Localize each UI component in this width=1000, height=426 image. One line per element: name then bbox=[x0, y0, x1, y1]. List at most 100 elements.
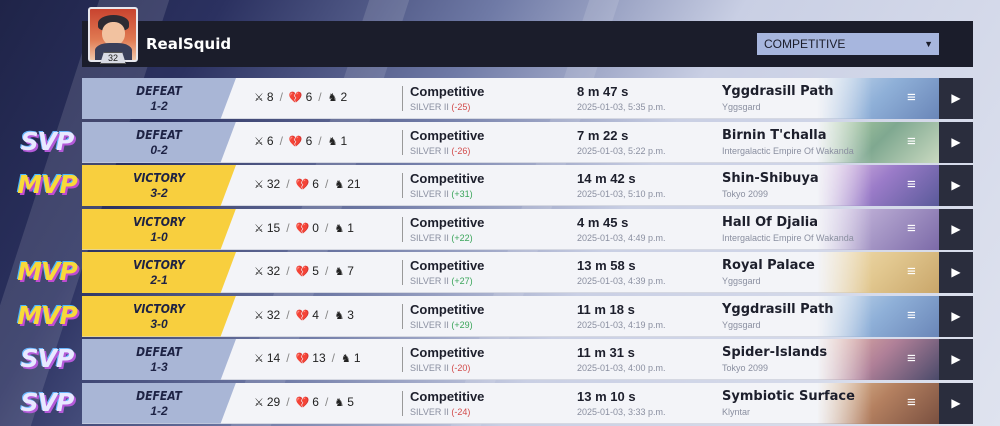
assist-icon: ♞ bbox=[340, 353, 351, 365]
assist-icon: ♞ bbox=[334, 309, 345, 322]
details-menu-icon[interactable]: ≡ bbox=[907, 177, 916, 192]
rank-delta: (+31) bbox=[451, 189, 473, 199]
deaths-value: 6 bbox=[305, 90, 313, 104]
match-duration: 14 m 42 s bbox=[577, 171, 636, 186]
replay-button[interactable]: ▶ bbox=[939, 252, 973, 293]
rank-label: SILVER II bbox=[410, 406, 449, 417]
rank-delta: (+27) bbox=[451, 276, 473, 286]
replay-button[interactable]: ▶ bbox=[939, 165, 973, 206]
map-name: Royal Palace bbox=[722, 258, 815, 273]
replay-button[interactable]: ▶ bbox=[939, 78, 973, 119]
match-row[interactable]: VICTORY 3-2 ⚔ 32 / 💔 6 / ♞ 21 Competitive SILVER II… bbox=[82, 165, 973, 206]
map-thumbnail bbox=[817, 295, 939, 337]
kda-stats: ⚔ 8 / 💔 6 / ♞ 2 bbox=[254, 90, 347, 104]
match-date: 2025-01-03, 4:39 p.m. bbox=[577, 276, 666, 286]
result-score: 3-2 bbox=[150, 186, 168, 200]
play-icon: ▶ bbox=[951, 178, 961, 192]
mvp-badge: MVP bbox=[17, 257, 78, 286]
match-row[interactable]: VICTORY 3-0 ⚔ 32 / 💔 4 / ♞ 3 Competitive SILVER II … bbox=[82, 295, 973, 337]
mvp-badge: MVP bbox=[17, 300, 78, 330]
stat-separator: / bbox=[286, 264, 290, 278]
play-icon: ▶ bbox=[951, 265, 961, 279]
match-result: DEFEAT 1-2 bbox=[82, 382, 236, 424]
match-row[interactable]: DEFEAT 1-3 ⚔ 14 / 💔 13 / ♞ 1 Competitive SILVER II … bbox=[82, 339, 973, 380]
match-date: 2025-01-03, 5:35 p.m. bbox=[577, 102, 666, 112]
match-row[interactable]: DEFEAT 0-2 ⚔ 6/💔 6/♞ 1 Competitive SILVER II (-… bbox=[82, 121, 973, 163]
chevron-down-icon: ▼ bbox=[924, 39, 933, 49]
map-thumbnail bbox=[817, 339, 939, 380]
replay-button[interactable]: ▶ bbox=[939, 208, 973, 250]
map-region: Klyntar bbox=[722, 406, 751, 417]
rank-delta: (+29) bbox=[451, 319, 473, 330]
match-result: DEFEAT 1-2 bbox=[82, 78, 236, 119]
stat-separator: / bbox=[286, 394, 290, 409]
map-name: Birnin T'challa bbox=[722, 127, 827, 143]
match-mode: Competitive bbox=[410, 127, 485, 143]
details-menu-icon[interactable]: ≡ bbox=[907, 90, 916, 105]
match-duration: 7 m 22 s bbox=[577, 127, 629, 143]
rank-info: SILVER II (+29) bbox=[410, 320, 473, 330]
rank-info: SILVER II (+27) bbox=[410, 276, 473, 286]
kills-value: 15 bbox=[266, 220, 281, 235]
match-row[interactable]: DEFEAT 1-2 ⚔ 8 / 💔 6 / ♞ 2 Competitive SILVER II (-… bbox=[82, 78, 973, 119]
kills-icon: ⚔ bbox=[254, 92, 264, 104]
rank-info: SILVER II (-20) bbox=[410, 363, 470, 373]
result-label: DEFEAT bbox=[136, 345, 182, 359]
map-thumbnail bbox=[817, 121, 939, 163]
play-icon: ▶ bbox=[951, 352, 961, 366]
match-row[interactable]: VICTORY 2-1 ⚔ 32 / 💔 5 / ♞ 7 Competitive SILVER II … bbox=[82, 252, 973, 293]
match-date: 2025-01-03, 4:00 p.m. bbox=[577, 363, 666, 373]
kills-icon: ⚔ bbox=[254, 353, 264, 365]
details-menu-icon[interactable]: ≡ bbox=[907, 221, 916, 236]
rank-label: SILVER II bbox=[410, 145, 449, 156]
replay-button[interactable]: ▶ bbox=[939, 121, 973, 163]
match-mode: Competitive bbox=[410, 258, 485, 273]
match-result: VICTORY 3-2 bbox=[82, 165, 236, 206]
play-icon: ▶ bbox=[951, 395, 961, 410]
map-name: Yggdrasill Path bbox=[722, 301, 834, 317]
rank-label: SILVER II bbox=[410, 276, 449, 286]
svp-badge: SVP bbox=[20, 344, 75, 373]
play-icon: ▶ bbox=[951, 134, 961, 149]
match-result: VICTORY 3-0 bbox=[82, 295, 236, 337]
replay-button[interactable]: ▶ bbox=[939, 295, 973, 337]
stat-separator: / bbox=[286, 177, 290, 191]
map-region: Yggsgard bbox=[722, 319, 761, 330]
kills-icon: ⚔ bbox=[254, 135, 264, 148]
match-date: 2025-01-03, 3:33 p.m. bbox=[577, 406, 666, 417]
broken-heart-icon: 💔 bbox=[295, 179, 310, 191]
result-score: 1-0 bbox=[150, 229, 168, 244]
details-menu-icon[interactable]: ≡ bbox=[907, 351, 916, 366]
match-date: 2025-01-03, 5:22 p.m. bbox=[577, 145, 666, 156]
kda-stats: ⚔ 32 / 💔 6 / ♞ 21 bbox=[254, 177, 361, 191]
details-menu-icon[interactable]: ≡ bbox=[907, 264, 916, 279]
play-icon: ▶ bbox=[951, 221, 961, 236]
divider bbox=[402, 173, 403, 198]
assists-value: 1 bbox=[347, 220, 354, 235]
result-score: 3-0 bbox=[150, 316, 168, 331]
result-score: 0-2 bbox=[150, 142, 168, 157]
map-region: Yggsgard bbox=[722, 102, 761, 112]
map-thumbnail bbox=[817, 208, 939, 250]
rank-info: SILVER II (+22) bbox=[410, 233, 473, 243]
replay-button[interactable]: ▶ bbox=[939, 339, 973, 380]
kda-stats: ⚔ 6/💔 6/♞ 1 bbox=[254, 134, 347, 148]
rank-label: SILVER II bbox=[410, 189, 449, 199]
broken-heart-icon: 💔 bbox=[288, 92, 303, 104]
stat-separator: / bbox=[331, 351, 335, 365]
kda-stats: ⚔ 29 / 💔 6 / ♞ 5 bbox=[254, 395, 354, 409]
match-duration: 13 m 10 s bbox=[577, 388, 636, 404]
game-mode-dropdown[interactable]: COMPETITIVE ▼ bbox=[757, 33, 939, 55]
play-icon: ▶ bbox=[951, 308, 961, 323]
details-menu-icon[interactable]: ≡ bbox=[907, 134, 916, 149]
match-row[interactable]: DEFEAT 1-2 ⚔ 29 / 💔 6 / ♞ 5 Competitive SILVER II (… bbox=[82, 382, 973, 424]
details-menu-icon[interactable]: ≡ bbox=[907, 308, 916, 323]
map-region: Tokyo 2099 bbox=[722, 189, 769, 199]
divider bbox=[402, 216, 403, 242]
details-menu-icon[interactable]: ≡ bbox=[907, 395, 916, 410]
match-row[interactable]: VICTORY 1-0 ⚔ 15 / 💔 0 / ♞ 1 Competitive SILVER II … bbox=[82, 208, 973, 250]
result-label: VICTORY bbox=[133, 214, 185, 229]
replay-button[interactable]: ▶ bbox=[939, 382, 973, 424]
map-thumbnail bbox=[817, 78, 939, 119]
kills-value: 32 bbox=[266, 307, 281, 322]
